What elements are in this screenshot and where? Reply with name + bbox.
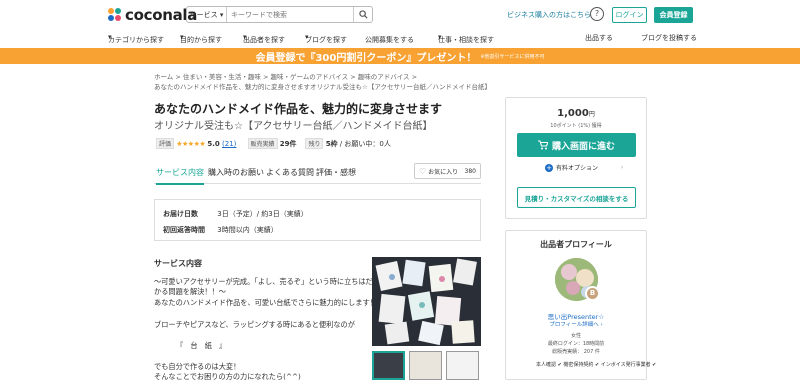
service-content-heading: サービス内容 (154, 259, 202, 268)
banner-text: 会員登録で『300円割引クーポン』プレゼント！ (255, 52, 477, 64)
coupon-banner[interactable]: 会員登録で『300円割引クーポン』プレゼント！ ※他割引サービスに併用不可 (0, 48, 800, 64)
reply-time-value: 3時間以内（実績） (217, 226, 278, 234)
chevron-right-icon: › (620, 164, 624, 171)
banner-note: ※他割引サービスに併用不可 (480, 53, 545, 60)
coconala-logo[interactable]: coconala (108, 6, 197, 24)
description-line: かる問題を解決！！〜 (154, 287, 226, 296)
delivery-days-label: お届け日数 (163, 210, 198, 218)
top-header: coconala サービス ▾ ビジネス購入の方はこちら ? ログイン 会員登録 (0, 0, 800, 30)
reply-time-row: 初回返答時間 3時間以内（実績） (163, 225, 278, 235)
breadcrumb-item[interactable]: 住まい・美容・生活・趣味 (183, 73, 261, 81)
quote-consult-button[interactable]: 見積り・カスタマイズの相談をする (517, 187, 636, 208)
tab-service-content[interactable]: サービス内容 (156, 167, 204, 185)
favorite-label: お気に入り (428, 168, 459, 176)
nav-item-blog[interactable]: ブログを探す ▾ (305, 33, 347, 44)
sales-label: 販売実績 (247, 138, 278, 149)
remaining-label: 残り (305, 138, 324, 149)
buy-button[interactable]: 購入画面に進む (517, 133, 636, 157)
tab-reviews[interactable]: 評価・感想 (316, 167, 356, 178)
description-line: そんなことでお困りの方の力になれたら(^^) (154, 372, 301, 381)
profile-detail-link[interactable]: プロフィール詳細へ › (506, 320, 646, 328)
image-thumbnails (372, 351, 479, 380)
favorite-button[interactable]: ♡ お気に入り 380 (414, 163, 481, 179)
tab-purchase-request[interactable]: 購入時のお願い (208, 167, 264, 178)
purchase-box: 1,000円 10ポイント (1%) 獲得 購入画面に進む + 有料オプション … (505, 97, 647, 219)
breadcrumb-item[interactable]: 趣味のアドバイス (358, 73, 410, 81)
thumbnail[interactable] (409, 351, 442, 380)
thumbnail[interactable] (446, 351, 479, 380)
service-main-image[interactable] (372, 257, 481, 346)
nav-item-jobs[interactable]: 仕事・相談を探す ▾ (438, 33, 494, 44)
description-line: あなたのハンドメイド作品を、可愛い台紙でさらに魅力的にします！ (154, 298, 377, 307)
delivery-days-row: お届け日数 3日（予定）/ 約3日（実績） (163, 209, 308, 219)
rank-badge-icon: B (585, 286, 600, 301)
business-purchase-link[interactable]: ビジネス購入の方はこちら (507, 10, 591, 20)
breadcrumb: ホーム > 住まい・美容・生活・趣味 > 趣味・ゲームのアドバイス > 趣味のア… (154, 73, 418, 81)
verification-badges: 本人確認 ✔ 機密保持契約 ✔ インボイス発行事業者 ✔ (536, 362, 657, 368)
paid-options-toggle[interactable]: + 有料オプション › (545, 163, 623, 172)
thumbnail[interactable] (372, 351, 405, 380)
service-meta: 評価 ★★★★★ 5.0 (21) 販売実績 29件 残り 5枠 / お願い中：… (156, 138, 391, 149)
points-earned: 10ポイント (1%) 獲得 (550, 123, 602, 129)
breadcrumb-item[interactable]: ホーム (154, 73, 173, 81)
search-button[interactable] (353, 7, 372, 22)
seller-profile: 出品者プロフィール B 思い出Presenter☆ プロフィール詳細へ › 女性… (505, 230, 656, 380)
rating-value: 5.0 (207, 139, 220, 148)
login-button[interactable]: ログイン (612, 7, 647, 23)
description-line: 〜可愛いアクセサリーが完成。「よし、売るぞ」という時に立ちはだ (154, 277, 373, 286)
review-count-link[interactable]: (21) (222, 140, 236, 148)
delivery-info: お届け日数 3日（予定）/ 約3日（実績） 初回返答時間 3時間以内（実績） (154, 199, 481, 241)
remaining-value: 5枠 (325, 139, 338, 148)
delivery-days-value: 3日（予定）/ 約3日（実績） (217, 210, 308, 218)
rating-label: 評価 (156, 138, 175, 149)
price: 1,000円 (557, 108, 595, 119)
description-line: でも自分で作るのは大変！ (154, 362, 241, 371)
total-sales: 総販売実績： 207 件 (552, 349, 600, 355)
global-nav: カテゴリから探す ▾ 目的から探す ▾ 出品者を探す ▾ ブログを探す ▾ 公開… (108, 33, 697, 44)
description-line: 『 台 紙 』 (176, 341, 227, 350)
nav-item-sell[interactable]: 出品する (585, 33, 613, 43)
page-title: あなたのハンドメイド作品を、魅力的に変身させます (154, 102, 443, 116)
sales-value: 29件 (279, 139, 297, 148)
product-photo (372, 257, 481, 346)
reply-time-label: 初回返答時間 (163, 226, 205, 234)
tab-faq[interactable]: よくある質問 (266, 167, 314, 178)
favorite-count: 380 (464, 167, 476, 175)
register-button[interactable]: 会員登録 (654, 7, 693, 23)
search-bar: サービス ▾ (186, 6, 373, 23)
description-line: ブローチやピアスなど、ラッピングする時にあると便利なのが (154, 320, 355, 329)
plus-icon: + (545, 163, 553, 172)
search-input[interactable] (227, 7, 353, 22)
rating-stars-icon: ★★★★★ (176, 139, 206, 148)
breadcrumb-item[interactable]: 趣味・ゲームのアドバイス (271, 73, 349, 81)
page-subtitle: オリジナル受注も☆【アクセサリー台紙／ハンドメイド台紙】 (154, 121, 433, 132)
inquiry-count: / お願い中：0人 (339, 139, 391, 148)
logo-icon (108, 8, 122, 22)
heart-icon: ♡ (419, 166, 427, 176)
nav-item-sellers[interactable]: 出品者を探す ▾ (243, 33, 285, 44)
breadcrumb-current: あなたのハンドメイド作品を、魅力的に変身させますオリジナル受注も☆【アクセサリー… (154, 83, 492, 91)
help-icon[interactable]: ? (590, 7, 604, 21)
profile-heading: 出品者プロフィール (540, 240, 612, 249)
nav-item-purpose[interactable]: 目的から探す ▾ (180, 33, 222, 44)
nav-item-category[interactable]: カテゴリから探す ▾ (108, 33, 164, 44)
search-category-select[interactable]: サービス ▾ (187, 7, 227, 22)
seller-gender: 女性 (570, 333, 581, 339)
cart-icon (537, 140, 548, 150)
search-icon (358, 10, 368, 19)
last-login: 最終ログイン：18時間前 (547, 341, 605, 347)
nav-item-post-blog[interactable]: ブログを投稿する (641, 33, 697, 43)
